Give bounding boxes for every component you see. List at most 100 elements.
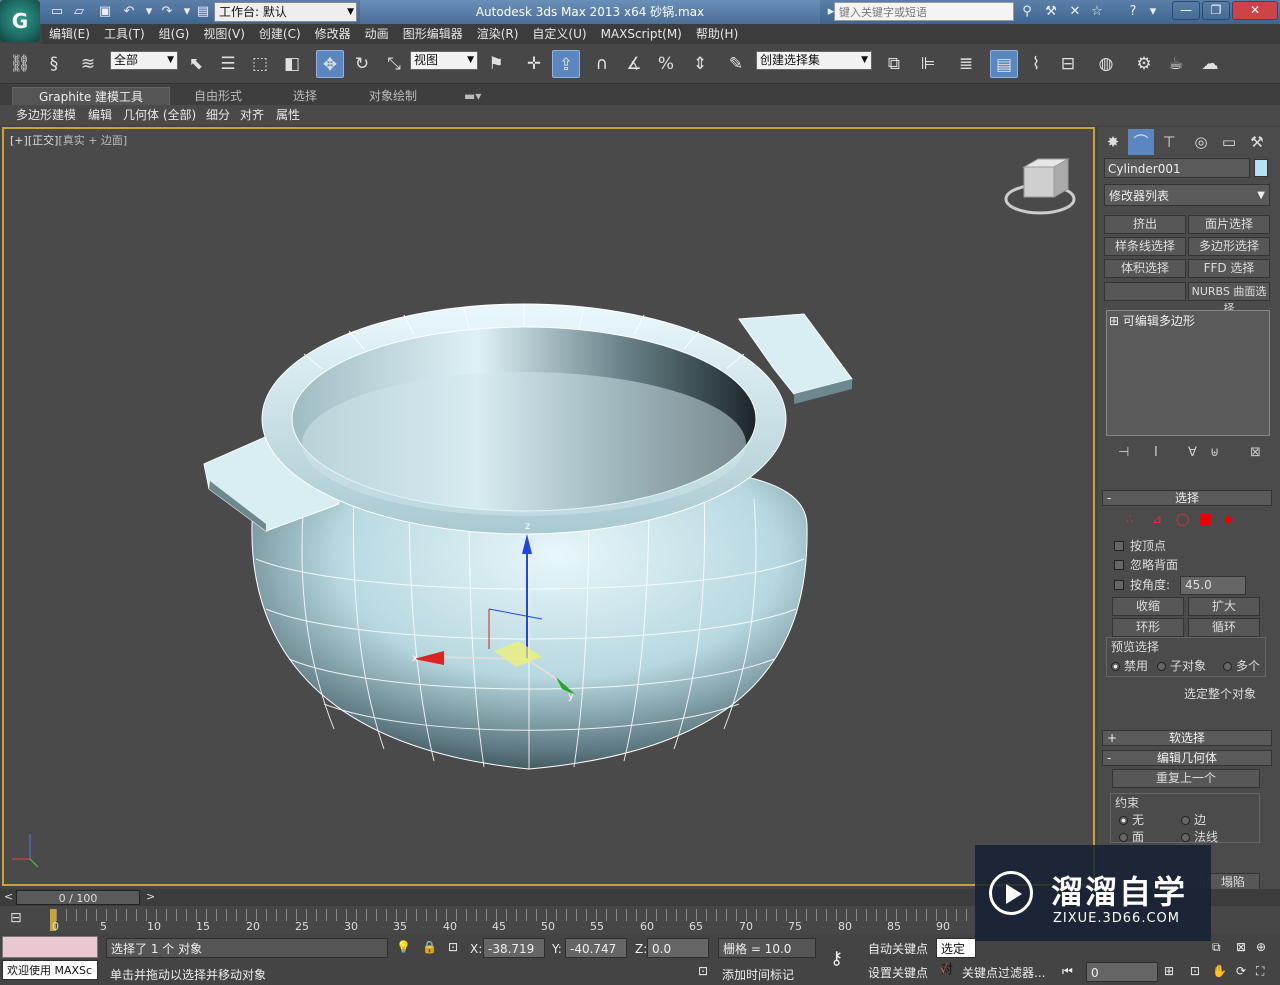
select-scale-icon[interactable]: ⤡ bbox=[380, 50, 408, 78]
undo-icon[interactable]: ↶ bbox=[120, 3, 138, 21]
pan-view-icon[interactable]: ⊡ bbox=[1190, 964, 1200, 978]
object-name-field[interactable]: Cylinder001 bbox=[1104, 158, 1250, 178]
shrink-button[interactable]: 收缩 bbox=[1112, 597, 1184, 616]
pivot-center-icon[interactable]: ⚑ bbox=[482, 50, 510, 78]
menu-group[interactable]: 组(G) bbox=[152, 24, 197, 44]
configure-sets-icon[interactable]: ⊠ bbox=[1250, 445, 1261, 460]
menu-views[interactable]: 视图(V) bbox=[196, 24, 252, 44]
rect-selection-icon[interactable]: ⬚ bbox=[246, 50, 274, 78]
open-file-icon[interactable]: ▱ bbox=[70, 3, 88, 21]
constraint-face-radio[interactable]: 面 bbox=[1119, 828, 1144, 845]
grow-button[interactable]: 扩大 bbox=[1188, 597, 1260, 616]
modifier-list-select[interactable]: 修改器列表 ▼ bbox=[1104, 184, 1270, 206]
unlink-icon[interactable]: § bbox=[40, 50, 68, 78]
layer-manager-icon[interactable]: ≣ bbox=[952, 50, 980, 78]
polygon-icon[interactable] bbox=[1200, 514, 1211, 525]
extrude-button[interactable]: 挤出 bbox=[1104, 215, 1186, 234]
select-manipulate-icon[interactable]: ✛ bbox=[520, 50, 548, 78]
graphite-toggle-icon[interactable]: ▤ bbox=[990, 50, 1018, 78]
make-unique-icon[interactable]: ∀ bbox=[1188, 445, 1197, 460]
menu-create[interactable]: 创建(C) bbox=[252, 24, 308, 44]
x-coord-field[interactable]: -38.719 bbox=[483, 938, 545, 958]
save-icon[interactable]: ▣ bbox=[96, 3, 114, 21]
loop-button[interactable]: 循环 bbox=[1188, 618, 1260, 637]
hierarchy-tab-icon[interactable]: ⊤ bbox=[1156, 129, 1182, 155]
selected-key-filter-select[interactable]: 选定对 bbox=[936, 938, 976, 976]
redo-icon[interactable]: ↷ bbox=[158, 3, 176, 21]
curve-editor-mini-icon[interactable]: ⊟ bbox=[10, 910, 22, 926]
menu-graph-editors[interactable]: 图形编辑器 bbox=[396, 24, 470, 44]
orbit-icon[interactable]: ⟳ bbox=[1236, 964, 1246, 978]
goto-start-icon[interactable]: ⏮ bbox=[1062, 964, 1073, 979]
vertex-icon[interactable]: ∴ bbox=[1126, 512, 1134, 526]
restore-button[interactable]: ❐ bbox=[1202, 1, 1230, 20]
preview-multi-radio[interactable]: 多个 bbox=[1223, 657, 1260, 674]
key-filters-button[interactable]: 关键点过滤器... bbox=[962, 964, 1045, 981]
view-cube[interactable] bbox=[1004, 158, 1076, 215]
rendered-frame-icon[interactable]: ☕ bbox=[1162, 50, 1190, 78]
perspective-viewport[interactable]: [+][正交][真实 + 边面] z x y bbox=[2, 127, 1095, 886]
spline-select-button[interactable]: 样条线选择 bbox=[1104, 237, 1186, 256]
snaps-toggle-icon[interactable]: ∩ bbox=[588, 50, 616, 78]
search-input[interactable]: 键入关键字或短语 bbox=[834, 2, 1014, 21]
maximize-viewport-icon[interactable]: ⛶ bbox=[1256, 964, 1264, 979]
select-move-icon[interactable]: ✥ bbox=[316, 50, 344, 78]
pin-stack-icon[interactable]: ⊣ bbox=[1118, 445, 1129, 460]
current-frame-field[interactable]: 0 bbox=[1086, 962, 1158, 982]
communication-icon[interactable]: ✕ bbox=[1066, 3, 1084, 21]
link-icon[interactable]: ⛓ bbox=[6, 50, 34, 78]
soft-selection-rollup[interactable]: + 软选择 bbox=[1102, 730, 1272, 746]
constraint-none-radio[interactable]: 无 bbox=[1119, 811, 1144, 828]
menu-animation[interactable]: 动画 bbox=[358, 24, 396, 44]
element-icon[interactable]: ◆ bbox=[1224, 512, 1233, 526]
volume-select-button[interactable]: 体积选择 bbox=[1104, 259, 1186, 278]
absolute-mode-icon[interactable]: ⊡ bbox=[448, 940, 458, 954]
preview-subobject-radio[interactable]: 子对象 bbox=[1157, 657, 1206, 674]
patch-select-button[interactable]: 面片选择 bbox=[1188, 215, 1270, 234]
pot-model[interactable]: z x y bbox=[4, 129, 1095, 886]
object-color-swatch[interactable] bbox=[1254, 159, 1268, 177]
next-frame-icon[interactable]: > bbox=[146, 890, 155, 903]
close-button[interactable]: ✕ bbox=[1232, 1, 1278, 20]
edge-icon[interactable]: ⊿ bbox=[1152, 512, 1162, 526]
zoom-extents-icon[interactable]: ⧉ bbox=[1212, 940, 1221, 955]
by-vertex-checkbox[interactable]: 按顶点 bbox=[1114, 537, 1166, 554]
constraint-normal-radio[interactable]: 法线 bbox=[1181, 828, 1218, 845]
ribbon-options-icon[interactable]: ▬▾ bbox=[464, 87, 481, 105]
spinner-snap-icon[interactable]: ⇕ bbox=[686, 50, 714, 78]
tab-selection[interactable]: 选择 bbox=[293, 87, 317, 105]
display-tab-icon[interactable]: ▭ bbox=[1216, 129, 1242, 155]
window-crossing-icon[interactable]: ◧ bbox=[278, 50, 306, 78]
menu-help[interactable]: 帮助(H) bbox=[689, 24, 745, 44]
ffd-select-button[interactable]: FFD 选择 bbox=[1188, 259, 1270, 278]
menu-rendering[interactable]: 渲染(R) bbox=[470, 24, 526, 44]
tab-object-paint[interactable]: 对象绘制 bbox=[369, 87, 417, 105]
percent-snap-icon[interactable]: % bbox=[652, 50, 680, 78]
selection-rollup[interactable]: - 选择 bbox=[1102, 490, 1272, 506]
mirror-icon[interactable]: ⧉ bbox=[880, 50, 908, 78]
create-tab-icon[interactable]: ✸ bbox=[1100, 129, 1126, 155]
time-tag-icon[interactable]: ⊡ bbox=[698, 964, 708, 978]
border-icon[interactable]: ◯ bbox=[1176, 512, 1189, 526]
favorites-star-icon[interactable]: ☆ bbox=[1088, 3, 1106, 21]
angle-snap-icon[interactable]: ∡ bbox=[620, 50, 648, 78]
app-logo-button[interactable]: G bbox=[0, 0, 40, 42]
curve-editor-icon[interactable]: ⌇ bbox=[1022, 50, 1050, 78]
constraint-edge-radio[interactable]: 边 bbox=[1181, 811, 1206, 828]
isolate-lightbulb-icon[interactable]: 💡 bbox=[396, 940, 411, 954]
subtab-align[interactable]: 对齐 bbox=[240, 107, 264, 123]
ignore-backfacing-checkbox[interactable]: 忽略背面 bbox=[1114, 556, 1178, 573]
stack-item-editable-poly[interactable]: ⊞ 可编辑多边形 bbox=[1109, 313, 1267, 329]
new-file-icon[interactable]: ▭ bbox=[48, 3, 66, 21]
select-rotate-icon[interactable]: ↻ bbox=[348, 50, 376, 78]
add-time-tag-button[interactable]: 添加时间标记 bbox=[722, 966, 794, 983]
project-folder-icon[interactable]: ▤ bbox=[194, 3, 212, 21]
undo-dropdown-icon[interactable]: ▾ bbox=[140, 3, 158, 21]
menu-customize[interactable]: 自定义(U) bbox=[525, 24, 593, 44]
remove-modifier-icon[interactable]: ⊎ bbox=[1210, 445, 1220, 460]
z-coord-field[interactable]: 0.0 bbox=[647, 938, 709, 958]
render-production-icon[interactable]: ☁ bbox=[1196, 50, 1224, 78]
field-of-view-icon[interactable]: ⊕ bbox=[1256, 940, 1266, 954]
modify-tab-icon[interactable]: ⌒ bbox=[1128, 129, 1154, 155]
utilities-tab-icon[interactable]: ⚒ bbox=[1244, 129, 1270, 155]
